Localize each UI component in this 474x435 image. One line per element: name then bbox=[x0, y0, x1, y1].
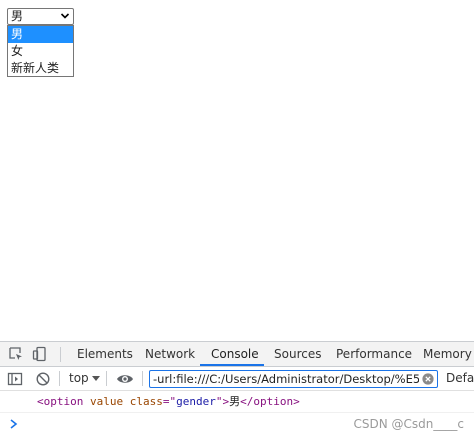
toolbar-divider-3 bbox=[142, 371, 143, 386]
tabbar-divider bbox=[60, 347, 61, 362]
option-female[interactable]: 女 bbox=[8, 43, 73, 60]
console-toolbar: top Defau bbox=[0, 367, 474, 391]
console-filter-input[interactable] bbox=[153, 371, 419, 387]
console-class-value: gender bbox=[176, 395, 216, 408]
console-attr-close: "> bbox=[215, 395, 230, 408]
tab-network[interactable]: Network bbox=[145, 342, 195, 366]
prompt-chevron-icon bbox=[10, 419, 18, 429]
active-tab-indicator bbox=[200, 364, 264, 366]
device-toolbar-icon[interactable] bbox=[32, 346, 48, 362]
gender-select[interactable]: 男 bbox=[7, 8, 74, 25]
chevron-down-icon bbox=[60, 13, 70, 19]
tab-elements[interactable]: Elements bbox=[77, 342, 133, 366]
option-other[interactable]: 新新人类 bbox=[8, 60, 73, 77]
console-attr-eq: =" bbox=[162, 395, 177, 408]
clear-filter-icon[interactable] bbox=[422, 373, 434, 385]
console-option-text: 男 bbox=[229, 395, 241, 408]
context-dropdown-arrow[interactable] bbox=[92, 376, 100, 381]
context-selector[interactable]: top bbox=[69, 367, 89, 390]
console-message: <option value class="gender">男</option> bbox=[0, 391, 474, 413]
sidebar-toggle-icon[interactable] bbox=[7, 371, 23, 387]
eye-icon[interactable] bbox=[116, 371, 134, 387]
inspect-icon[interactable] bbox=[8, 346, 24, 362]
devtools-tabbar: Elements Network Console Sources Perform… bbox=[0, 341, 474, 367]
tab-performance[interactable]: Performance bbox=[336, 342, 412, 366]
console-attr-value: value bbox=[89, 395, 124, 408]
gender-dropdown-list: 男 女 新新人类 bbox=[7, 25, 74, 77]
option-male[interactable]: 男 bbox=[8, 26, 73, 43]
console-filter-box bbox=[149, 370, 438, 388]
console-tag-open: <option bbox=[37, 395, 84, 408]
toolbar-divider bbox=[59, 371, 60, 386]
log-levels-dropdown[interactable]: Defau bbox=[446, 367, 474, 390]
toolbar-divider-2 bbox=[106, 371, 107, 386]
console-tag-close: </option> bbox=[240, 395, 300, 408]
watermark-text: CSDN @Csdn____c bbox=[353, 417, 464, 431]
console-attr-class: class bbox=[129, 395, 163, 408]
tab-console[interactable]: Console bbox=[211, 342, 259, 366]
devtools-panel: Elements Network Console Sources Perform… bbox=[0, 341, 474, 435]
tab-sources[interactable]: Sources bbox=[274, 342, 321, 366]
clear-console-icon[interactable] bbox=[35, 371, 51, 387]
tab-memory[interactable]: Memory bbox=[423, 342, 472, 366]
gender-select-value: 男 bbox=[11, 9, 24, 23]
